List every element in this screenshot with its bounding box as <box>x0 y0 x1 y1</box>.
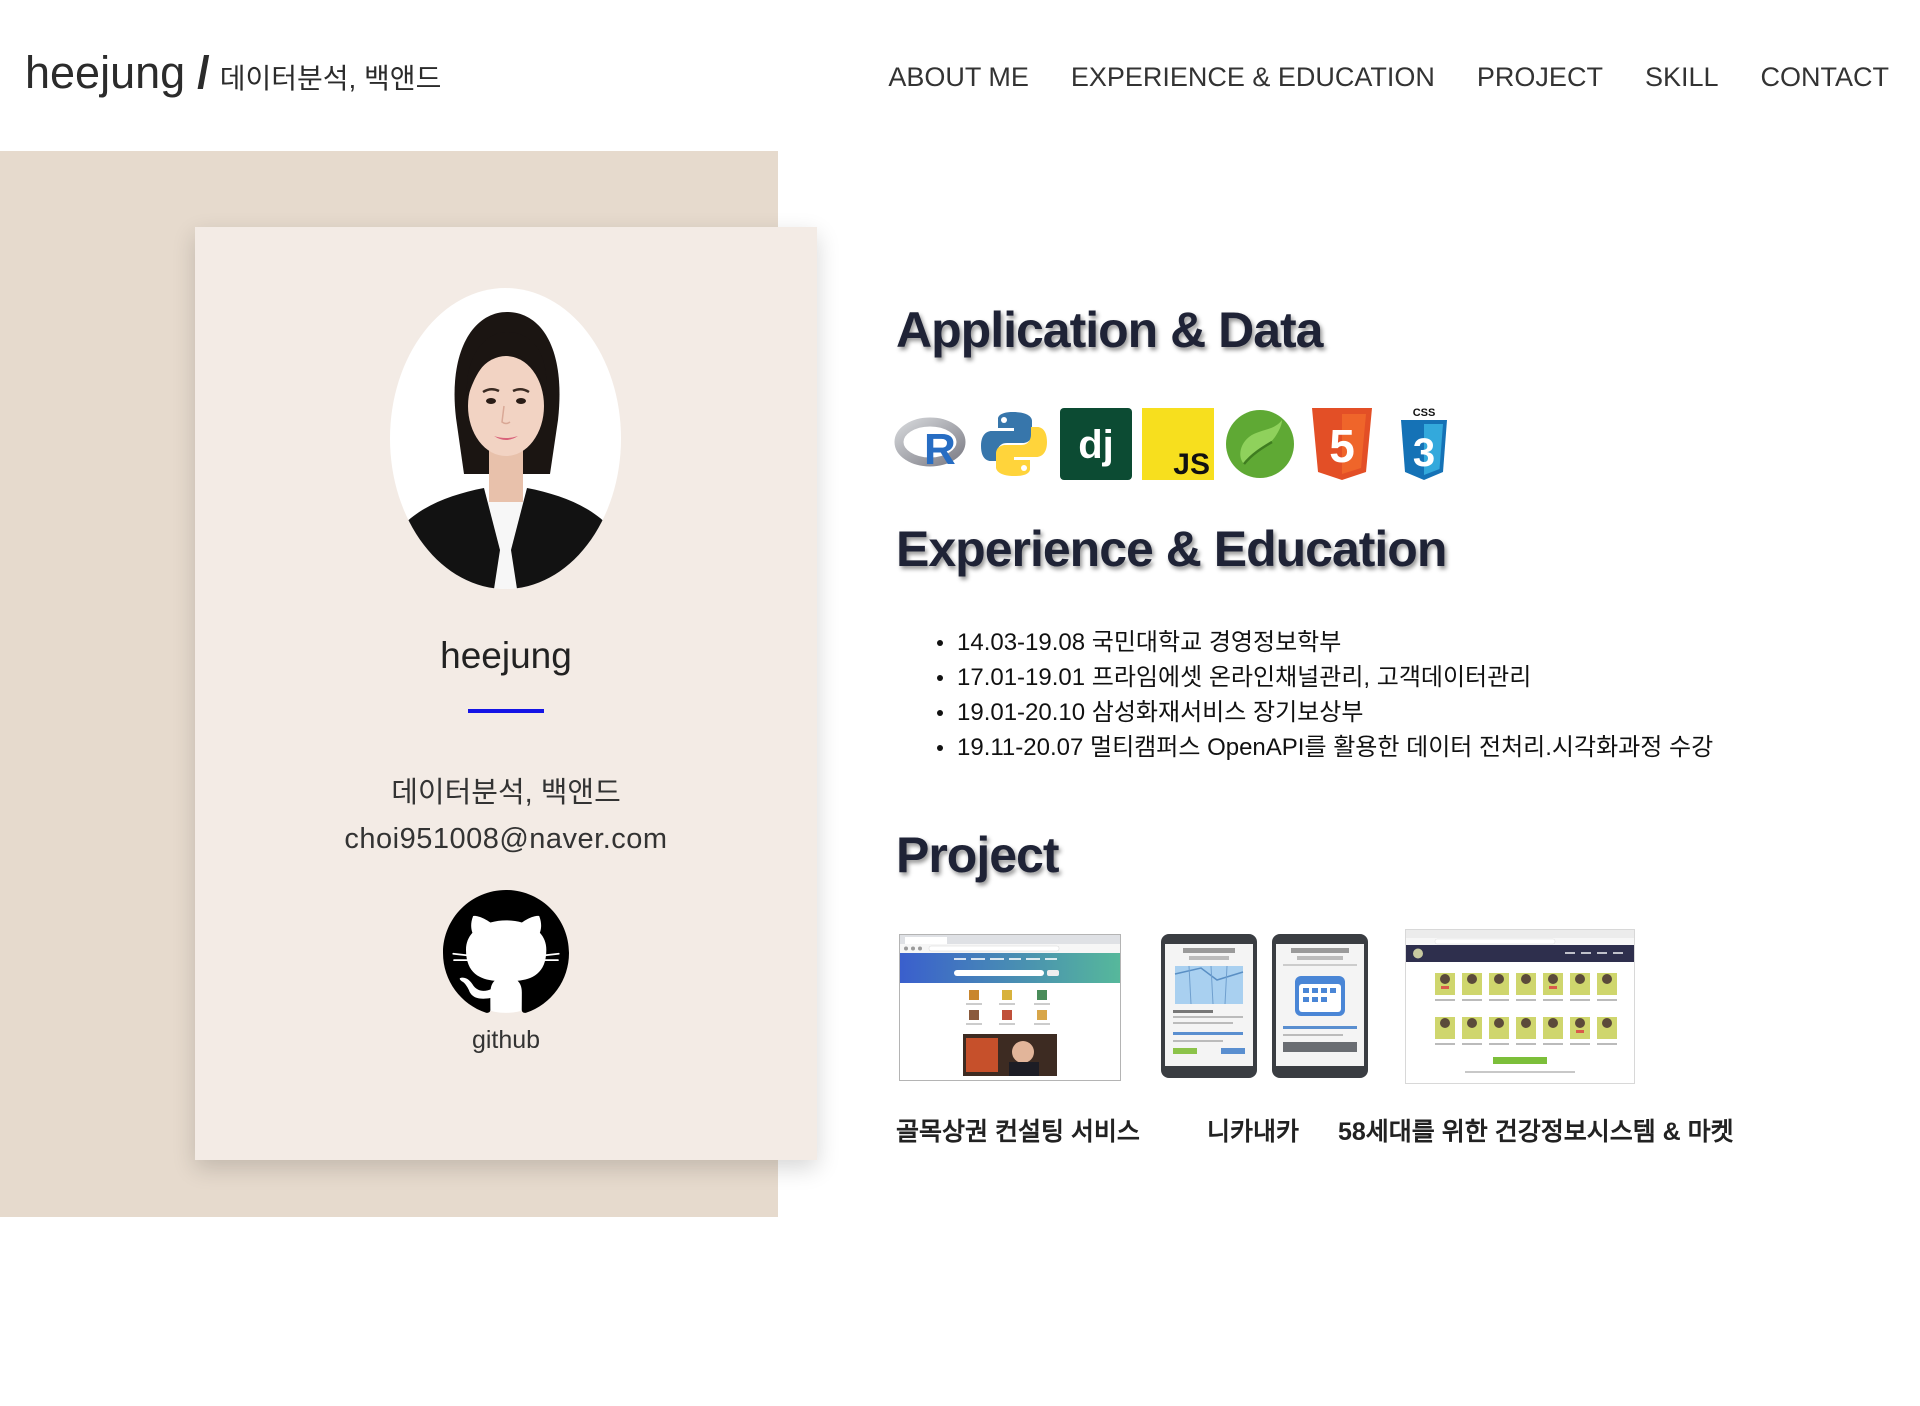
profile-name: heejung <box>440 635 572 676</box>
html5-icon: 5 <box>1312 408 1372 480</box>
project-caption-nikanaeka[interactable]: 니카내카 <box>1207 1117 1299 1147</box>
r-logo-letter: R <box>924 425 956 474</box>
django-icon: dj <box>1060 408 1132 480</box>
javascript-logo-text: JS <box>1173 448 1210 481</box>
html5-logo-number: 5 <box>1329 420 1355 472</box>
css3-logo-number: 3 <box>1413 431 1435 475</box>
project-thumbnail-nikanaeka[interactable] <box>1161 934 1368 1078</box>
skills-heading: Application & Data <box>896 302 1323 358</box>
project-heading: Project <box>896 827 1060 883</box>
list-item: 19.11-20.07 멀티캠퍼스 OpenAPI를 활용한 데이터 전처리.시… <box>936 730 1713 765</box>
experience-list: 14.03-19.08 국민대학교 경영정보학부 17.01-19.01 프라임… <box>936 625 1713 765</box>
brand-separator: / <box>197 47 210 98</box>
nav-project[interactable]: PROJECT <box>1477 59 1603 95</box>
list-item: 19.01-20.10 삼성화재서비스 장기보상부 <box>936 695 1713 730</box>
project-caption-58-health-market[interactable]: 58세대를 위한 건강정보시스템 & 마켓 <box>1338 1117 1734 1147</box>
profile-card: heejung 데이터분석, 백앤드 choi951008@naver.com … <box>195 227 817 1160</box>
python-icon <box>981 412 1047 476</box>
project-caption-consulting[interactable]: 골목상권 컨설팅 서비스 <box>896 1117 1140 1147</box>
github-label[interactable]: github <box>195 1025 817 1055</box>
list-item: 14.03-19.08 국민대학교 경영정보학부 <box>936 625 1713 660</box>
css3-logo-text: CSS <box>1413 407 1436 419</box>
spring-icon <box>1226 410 1294 478</box>
django-logo-text: dj <box>1078 423 1114 467</box>
brand-subtitle: 데이터분석, 백앤드 <box>219 63 442 94</box>
r-icon: R <box>894 417 966 474</box>
javascript-icon: JS <box>1142 408 1214 481</box>
profile-photo <box>390 288 621 589</box>
nav-contact[interactable]: CONTACT <box>1761 59 1890 95</box>
experience-heading: Experience & Education <box>896 521 1447 577</box>
site-brand[interactable]: heejung / 데이터분석, 백앤드 <box>25 46 441 100</box>
project-thumbnail-consulting[interactable] <box>899 934 1121 1081</box>
name-underline-divider <box>468 709 544 713</box>
profile-role: 데이터분석, 백앤드 <box>391 777 621 809</box>
brand-name: heejung <box>25 47 186 98</box>
main-nav: ABOUT ME EXPERIENCE & EDUCATION PROJECT … <box>888 59 1889 95</box>
profile-email-link[interactable]: choi951008@naver.com <box>195 821 817 857</box>
nav-about-me[interactable]: ABOUT ME <box>888 59 1029 95</box>
github-icon[interactable] <box>443 890 569 1016</box>
nav-skill[interactable]: SKILL <box>1645 59 1719 95</box>
skill-icon-row: R dj JS 5 CSS 3 <box>894 406 1462 482</box>
project-thumbnail-58-health-market[interactable] <box>1405 929 1635 1084</box>
list-item: 17.01-19.01 프라임에셋 온라인채널관리, 고객데이터관리 <box>936 660 1713 695</box>
nav-experience-education[interactable]: EXPERIENCE & EDUCATION <box>1071 59 1435 95</box>
css3-icon: CSS 3 <box>1401 407 1447 480</box>
